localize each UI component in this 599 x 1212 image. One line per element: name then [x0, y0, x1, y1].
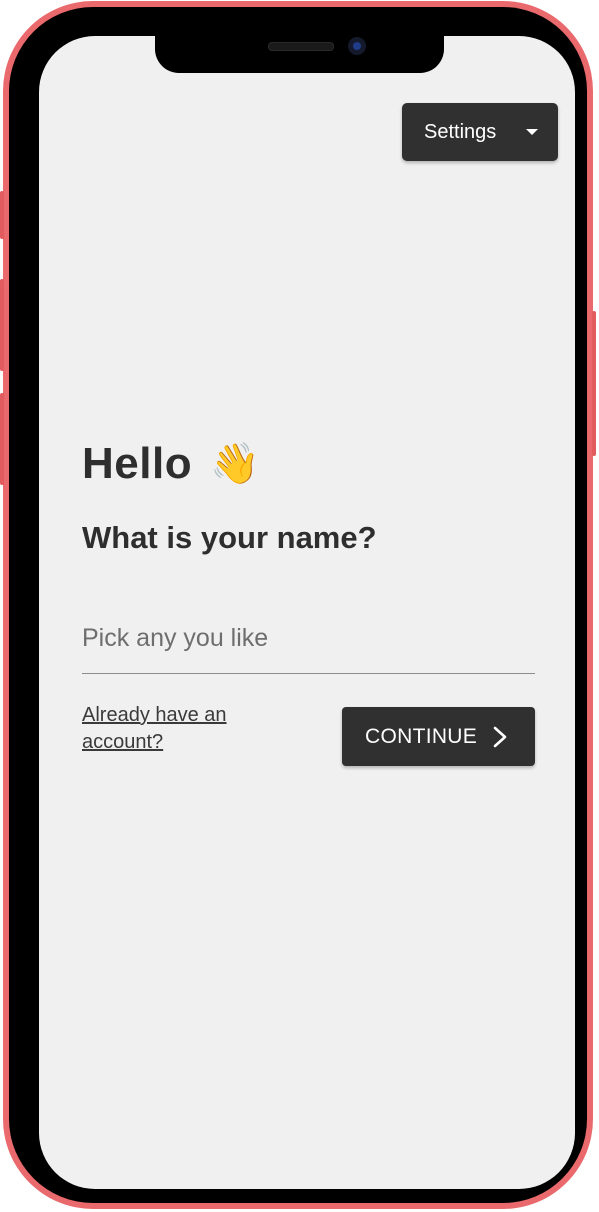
already-have-account-link[interactable]: Already have an account? — [82, 702, 292, 756]
name-question: What is your name? — [82, 520, 377, 555]
side-button — [0, 191, 4, 239]
side-button — [0, 393, 4, 485]
settings-dropdown-button[interactable]: Settings — [402, 103, 558, 161]
phone-screen: Settings Hello 👋 What is your name? Alre… — [39, 36, 575, 1189]
continue-button[interactable]: CONTINUE — [342, 707, 535, 766]
name-input[interactable] — [82, 604, 535, 674]
chevron-right-icon — [493, 726, 507, 748]
continue-label: CONTINUE — [365, 724, 478, 748]
side-button — [0, 279, 4, 371]
caret-down-icon — [526, 129, 538, 135]
speaker-grille — [268, 42, 334, 51]
settings-label: Settings — [424, 120, 497, 143]
greeting-text: Hello — [82, 439, 193, 488]
greeting-heading: Hello 👋 — [82, 439, 260, 489]
camera-notch — [155, 30, 444, 73]
side-button — [592, 311, 596, 456]
front-camera — [348, 37, 366, 55]
waving-hand-icon: 👋 — [210, 442, 261, 486]
phone-bezel: Settings Hello 👋 What is your name? Alre… — [9, 7, 587, 1203]
phone-frame: Settings Hello 👋 What is your name? Alre… — [0, 1, 596, 1209]
